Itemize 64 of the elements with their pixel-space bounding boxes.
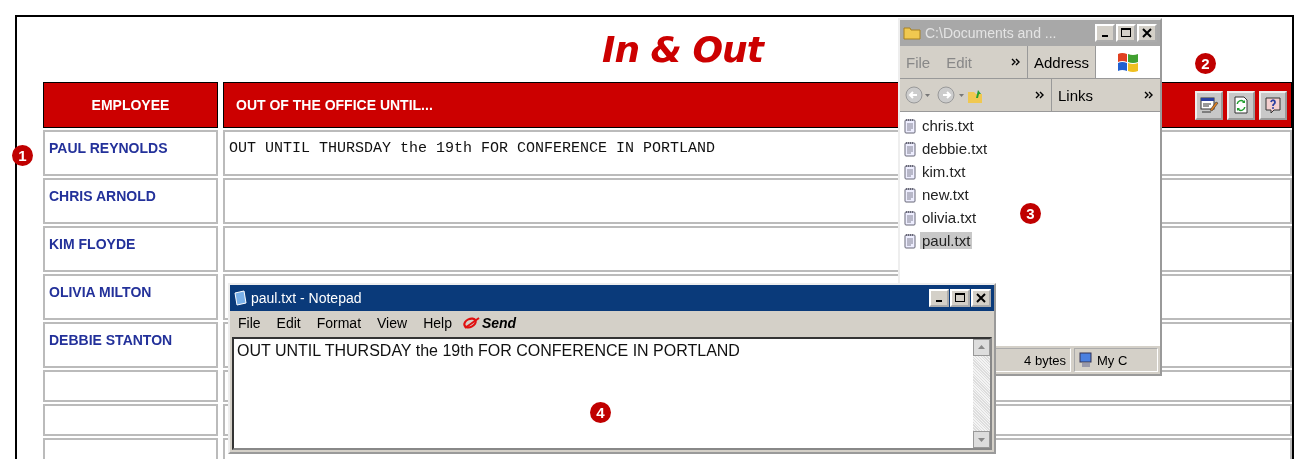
close-icon — [1142, 28, 1152, 38]
send-button[interactable]: Send — [461, 315, 517, 331]
window-title: C:\Documents and ... — [925, 25, 1058, 41]
column-header: EMPLOYEE — [43, 82, 218, 128]
document-text[interactable]: OUT UNTIL THURSDAY the 19th FOR CONFERENCE IN PORTLAND — [237, 342, 740, 359]
menu-item[interactable]: Help — [423, 315, 452, 331]
computer-icon — [1079, 352, 1093, 368]
navigation-arrows-icon[interactable] — [904, 84, 984, 106]
notepad-icon — [233, 290, 247, 306]
minimize-icon — [936, 300, 942, 302]
maximize-button[interactable] — [1116, 24, 1136, 42]
window-titlebar[interactable]: paul.txt - Notepad — [230, 285, 994, 311]
text-file-icon — [904, 209, 916, 226]
employee-cell[interactable]: DEBBIE STANTON — [43, 322, 218, 368]
status-text: My C — [1097, 352, 1128, 368]
text-file-icon — [904, 117, 916, 134]
callout-number: 1 — [12, 145, 33, 166]
callout-number: 2 — [1195, 53, 1216, 74]
employee-cell[interactable]: KIM FLOYDE — [43, 226, 218, 272]
text-file-icon — [904, 186, 916, 203]
employee-cell[interactable]: CHRIS ARNOLD — [43, 178, 218, 224]
chevron-icon[interactable] — [1011, 58, 1021, 66]
employee-cell[interactable] — [43, 370, 218, 402]
scrollbar[interactable] — [973, 339, 990, 448]
help-button[interactable] — [1259, 90, 1287, 120]
help-icon — [1263, 95, 1283, 115]
minimize-button[interactable] — [929, 289, 949, 307]
close-button[interactable] — [971, 289, 991, 307]
employee-cell[interactable] — [43, 404, 218, 436]
chevron-icon[interactable] — [1035, 91, 1045, 99]
chevron-icon[interactable] — [1144, 91, 1154, 99]
send-logo-icon — [461, 316, 482, 330]
menu-item[interactable]: Format — [316, 315, 362, 331]
maximize-icon — [1121, 28, 1131, 38]
minimize-icon — [1102, 35, 1108, 37]
txt-document-entry[interactable]: paul.txt — [920, 232, 973, 249]
minimize-button[interactable] — [1095, 24, 1115, 42]
txt-document-entry[interactable]: olivia.txt — [920, 209, 979, 226]
maximize-icon — [955, 293, 965, 303]
maximize-button[interactable] — [950, 289, 970, 307]
edit-form-button[interactable] — [1195, 90, 1223, 120]
scroll-up-icon[interactable] — [973, 339, 990, 356]
page-title: In & Out — [602, 29, 763, 70]
refresh-button[interactable] — [1227, 90, 1255, 120]
close-button[interactable] — [1137, 24, 1157, 42]
menu-item[interactable]: View — [377, 315, 408, 331]
links-label[interactable]: Links — [1051, 79, 1093, 111]
folder-icon — [903, 26, 921, 40]
window-title: paul.txt - Notepad — [251, 290, 363, 306]
windows-logo-icon — [1096, 46, 1160, 78]
menu-item[interactable]: File — [238, 315, 261, 331]
txt-document-entry[interactable]: new.txt — [920, 186, 971, 203]
employee-cell[interactable]: PAUL REYNOLDS — [43, 130, 218, 176]
scroll-down-icon[interactable] — [973, 431, 990, 448]
refresh-icon — [1231, 95, 1251, 115]
text-file-icon — [904, 163, 916, 180]
text-file-icon — [904, 232, 916, 249]
employee-cell[interactable]: OLIVIA MILTON — [43, 274, 218, 320]
menu-item[interactable]: Edit — [276, 315, 301, 331]
column-header: OUT OF THE OFFICE UNTIL... — [236, 97, 433, 113]
text-file-icon — [904, 140, 916, 157]
close-icon — [976, 293, 986, 303]
form-pencil-icon — [1199, 95, 1219, 115]
txt-document-entry[interactable]: debbie.txt — [920, 140, 990, 157]
